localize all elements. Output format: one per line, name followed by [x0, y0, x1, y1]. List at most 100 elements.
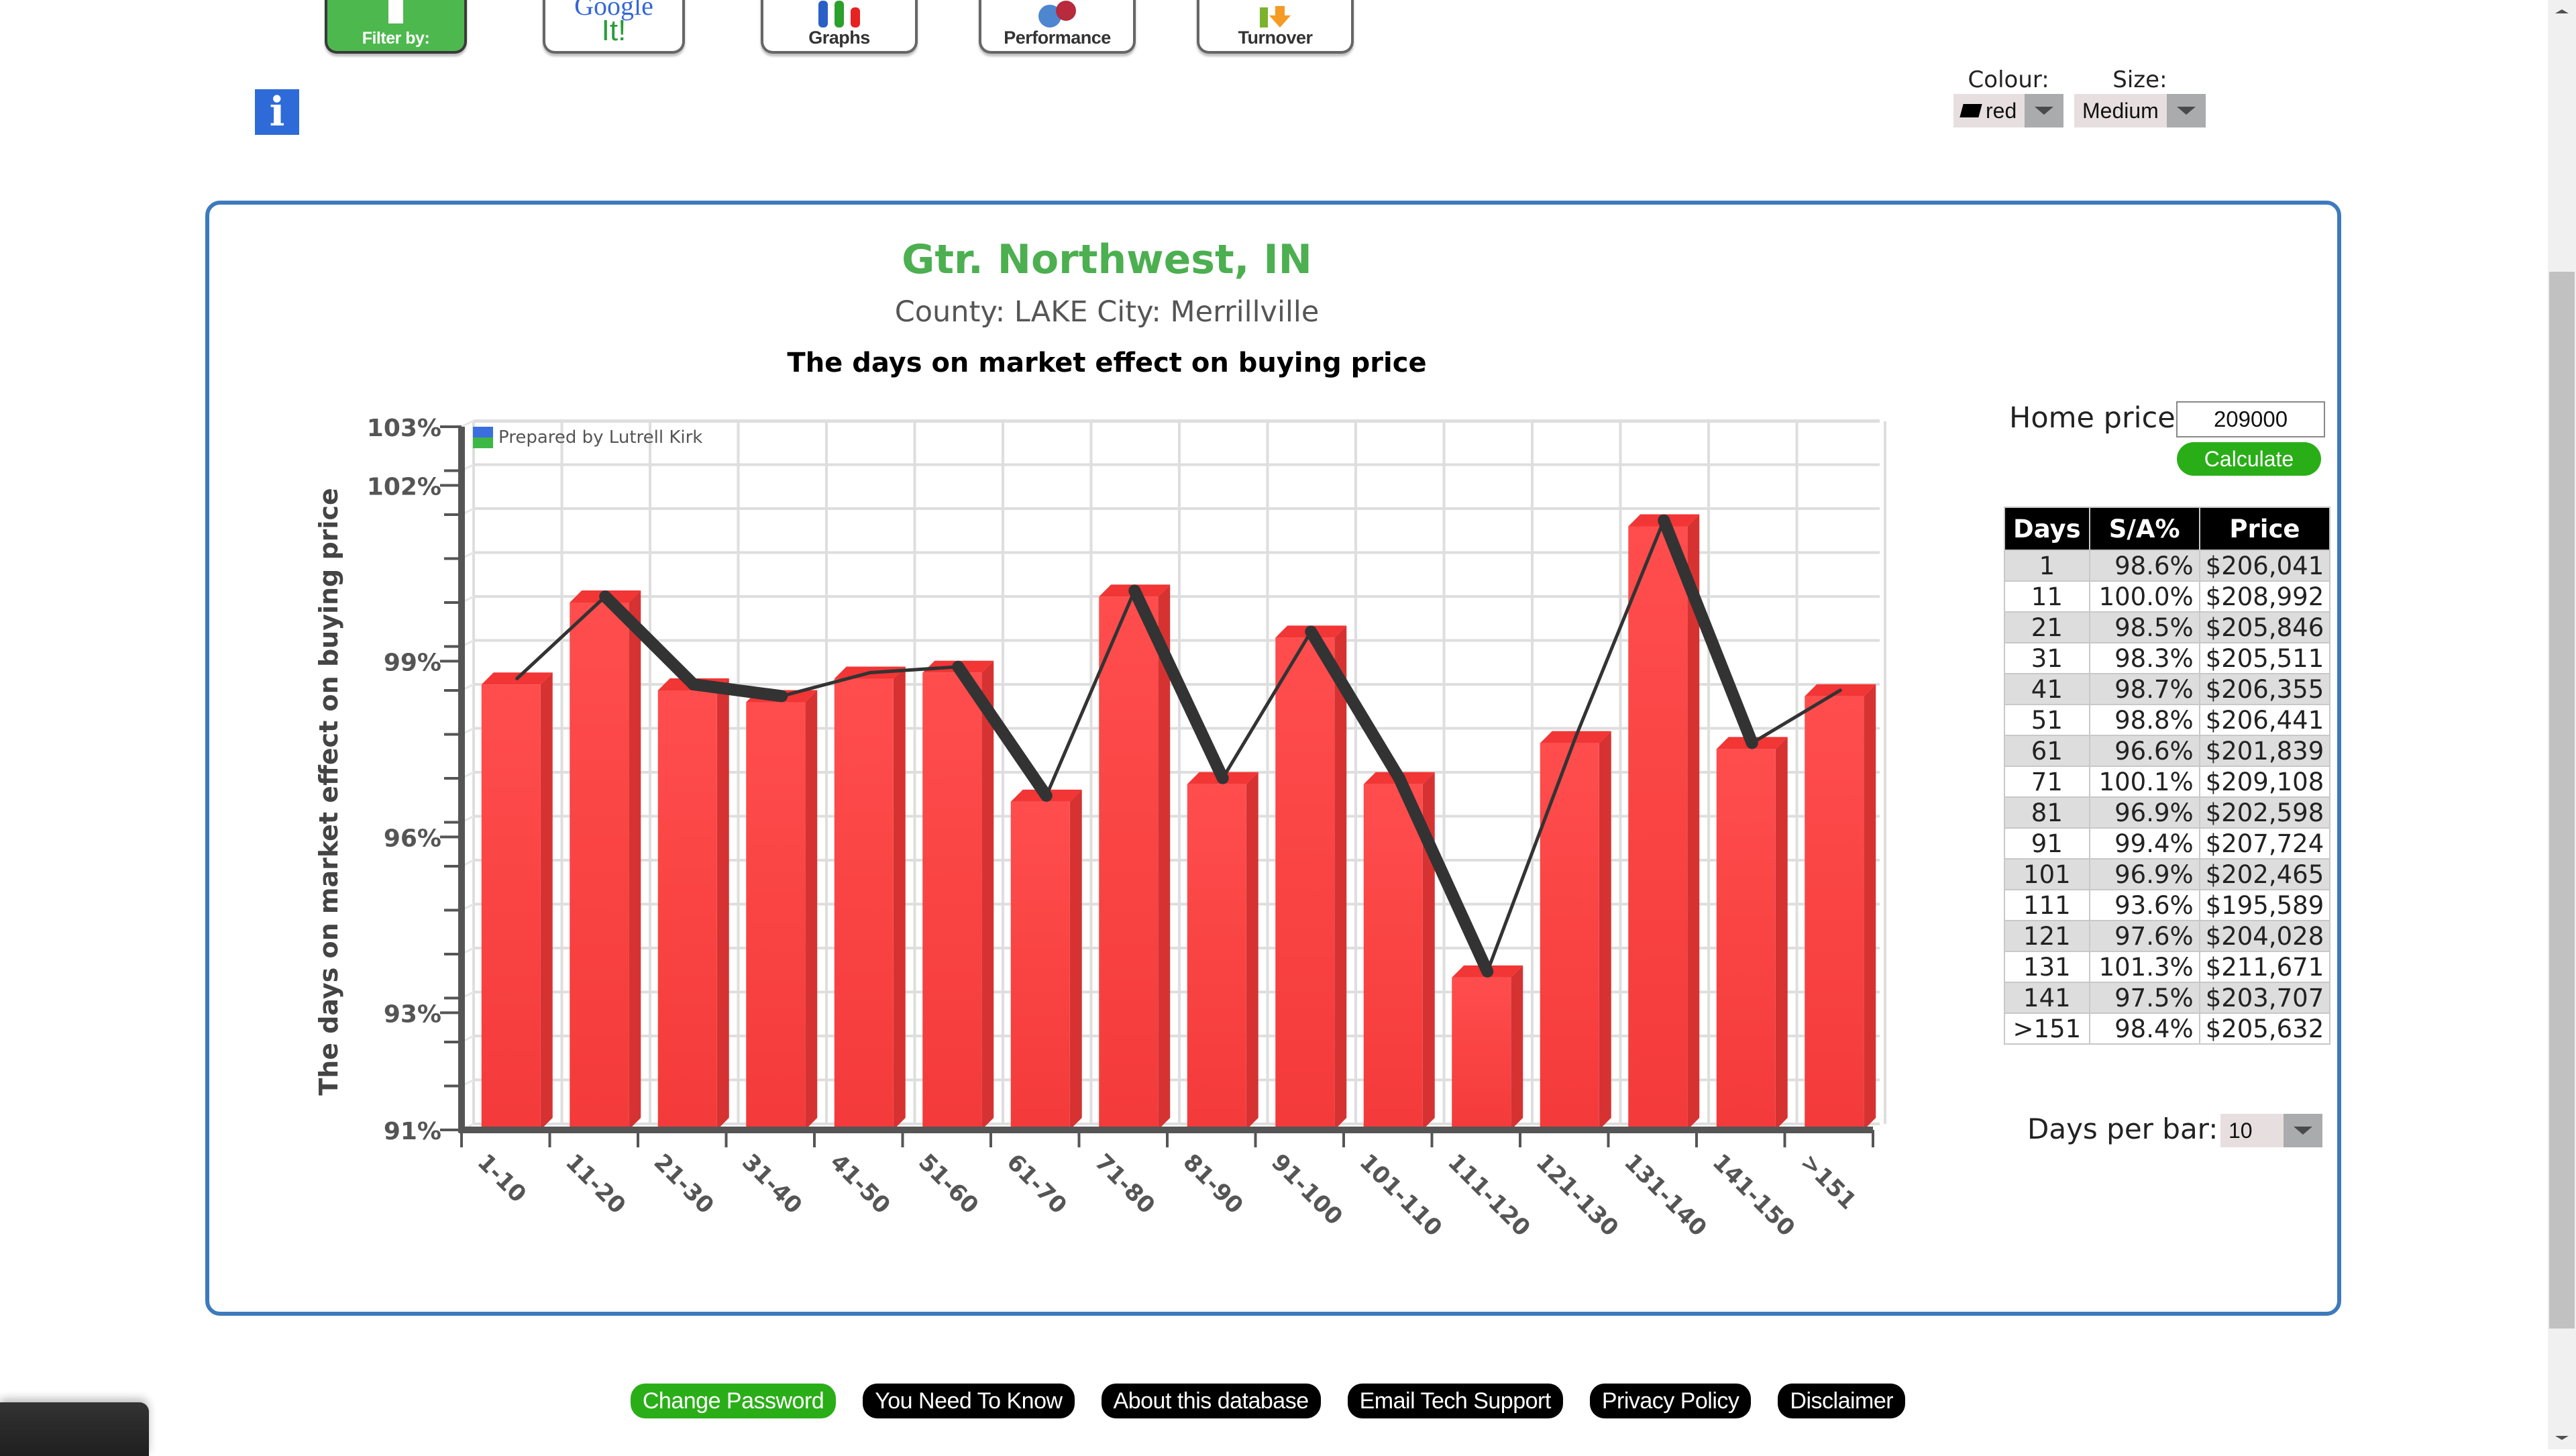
table-row: 111 93.6% $195,589 [2005, 890, 2330, 920]
sa-pct-cell: 98.4% [2090, 1014, 2199, 1043]
x-tick-label: 81-90 [1178, 1149, 1248, 1219]
y-tick-label: 99% [384, 649, 441, 676]
bar [1805, 696, 1864, 1130]
watermark: Prepared by Lutrell Kirk [473, 427, 702, 448]
sa-pct-cell: 98.7% [2090, 674, 2199, 704]
bar-side [629, 590, 641, 1130]
grid-floor-line [461, 419, 474, 428]
bar-side [1864, 684, 1876, 1130]
watermark-text: Prepared by Lutrell Kirk [498, 427, 703, 448]
bar-side [1775, 737, 1788, 1130]
x-tick-label: 31-40 [737, 1149, 807, 1219]
days-cell: 61 [2005, 736, 2089, 766]
x-tick-label: 111-120 [1442, 1149, 1536, 1242]
price-cell: $205,511 [2200, 643, 2330, 673]
scroll-down-icon[interactable] [2555, 1436, 2569, 1440]
you-need-to-know-link[interactable]: You Need To Know [863, 1384, 1075, 1418]
bar [1540, 743, 1599, 1130]
calculate-button[interactable]: Calculate [2177, 442, 2321, 476]
price-cell: $203,707 [2200, 983, 2330, 1012]
days-cell: 1 [2005, 551, 2089, 580]
days-cell: 41 [2005, 674, 2089, 704]
table-row: >151 98.4% $205,632 [2005, 1014, 2330, 1043]
footer-links: Change Password You Need To Know About t… [0, 1384, 2576, 1418]
bar [1187, 784, 1246, 1130]
x-tick-label: 141-150 [1707, 1149, 1801, 1242]
y-axis-label: The days on market effect on buying pric… [314, 488, 343, 1096]
bar-side [1246, 772, 1258, 1130]
x-tick-label: 91-100 [1266, 1149, 1348, 1231]
bar-side [1069, 789, 1082, 1130]
bar-side [1511, 965, 1523, 1130]
table-row: 121 97.6% $204,028 [2005, 921, 2330, 951]
scroll-up-icon[interactable] [2555, 9, 2569, 13]
home-price-label: Home price: [2009, 401, 2186, 435]
table-row: 61 96.6% $201,839 [2005, 736, 2330, 766]
price-cell: $202,465 [2200, 860, 2330, 889]
sa-pct-cell: 93.6% [2090, 890, 2199, 920]
price-cell: $206,441 [2200, 705, 2330, 735]
bar-side [893, 666, 906, 1130]
bar [570, 603, 629, 1130]
days-cell: >151 [2005, 1014, 2089, 1043]
sa-pct-cell: 98.6% [2090, 551, 2199, 580]
disclaimer-link[interactable]: Disclaimer [1778, 1384, 1906, 1418]
y-tick-label: 96% [384, 825, 441, 852]
price-cell: $205,846 [2200, 613, 2330, 642]
sa-pct-cell: 98.5% [2090, 613, 2199, 642]
days-cell: 31 [2005, 643, 2089, 673]
days-cell: 51 [2005, 705, 2089, 735]
x-tick-label: 41-50 [825, 1149, 896, 1219]
table-row: 41 98.7% $206,355 [2005, 674, 2330, 704]
bar [1363, 784, 1423, 1130]
change-password-link[interactable]: Change Password [630, 1384, 837, 1418]
table-row: 101 96.9% $202,465 [2005, 860, 2330, 889]
y-tick-label: 93% [384, 1000, 441, 1028]
days-cell: 141 [2005, 983, 2089, 1012]
bar [1010, 801, 1070, 1130]
price-cell: $202,598 [2200, 798, 2330, 827]
x-tick-label: 101-110 [1354, 1149, 1448, 1242]
days-cell: 131 [2005, 952, 2089, 982]
days-per-bar-select[interactable]: 10 [2220, 1114, 2322, 1147]
days-cell: 121 [2005, 921, 2089, 951]
x-tick-label: 11-20 [560, 1149, 631, 1219]
bar [1275, 637, 1335, 1130]
table-row: 141 97.5% $203,707 [2005, 983, 2330, 1012]
price-cell: $207,724 [2200, 829, 2330, 858]
price-cell: $211,671 [2200, 952, 2330, 982]
vertical-scrollbar[interactable] [2548, 0, 2576, 1449]
days-per-bar-value: 10 [2229, 1118, 2253, 1143]
scrollbar-thumb[interactable] [2549, 272, 2575, 1329]
bar-side [716, 678, 729, 1130]
days-cell: 11 [2005, 582, 2089, 611]
about-database-link[interactable]: About this database [1101, 1384, 1321, 1418]
sa-pct-cell: 98.3% [2090, 643, 2199, 673]
y-tick-label: 91% [384, 1118, 441, 1145]
bar [481, 684, 541, 1130]
chevron-down-icon[interactable] [2284, 1114, 2322, 1147]
days-cell: 81 [2005, 798, 2089, 827]
x-tick-label: 61-70 [1002, 1149, 1072, 1219]
header-price: Price [2200, 508, 2330, 550]
table-row: 31 98.3% $205,511 [2005, 643, 2330, 673]
bar [1452, 977, 1511, 1130]
privacy-policy-link[interactable]: Privacy Policy [1589, 1384, 1752, 1418]
table-row: 71 100.1% $209,108 [2005, 767, 2330, 796]
price-cell: $206,355 [2200, 674, 2330, 704]
days-per-bar-label: Days per bar: [2027, 1112, 2218, 1145]
home-price-input[interactable] [2176, 401, 2325, 437]
x-tick-label: 131-140 [1619, 1149, 1712, 1242]
x-tick-label: 1-10 [472, 1149, 531, 1208]
bar [922, 672, 982, 1130]
price-cell: $205,632 [2200, 1014, 2330, 1043]
sa-pct-cell: 97.5% [2090, 983, 2199, 1012]
bar [657, 690, 717, 1130]
bar-side [981, 660, 994, 1130]
price-cell: $195,589 [2200, 890, 2330, 920]
taskbar-panel[interactable] [0, 1402, 149, 1456]
email-tech-support-link[interactable]: Email Tech Support [1347, 1384, 1563, 1418]
price-cell: $204,028 [2200, 921, 2330, 951]
bar [1099, 596, 1159, 1130]
x-tick-label: 21-30 [649, 1149, 719, 1219]
